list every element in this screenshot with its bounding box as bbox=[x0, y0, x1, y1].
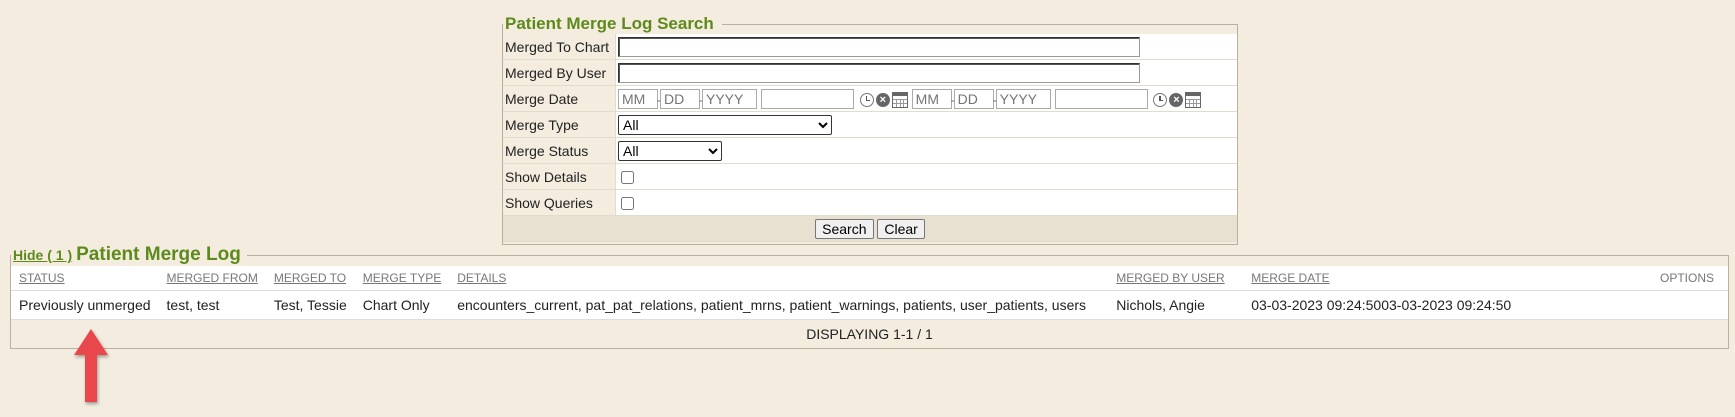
arrow-up-icon bbox=[74, 329, 108, 402]
col-details[interactable]: DETAILS bbox=[449, 266, 1109, 291]
hide-log-link[interactable]: Hide ( 1 ) bbox=[13, 247, 72, 263]
date-to-time-input[interactable] bbox=[1054, 88, 1148, 109]
row-options bbox=[1623, 291, 1728, 320]
row-merged-from: test, test bbox=[166, 297, 220, 313]
show-queries-checkbox[interactable] bbox=[621, 197, 634, 211]
clock-icon[interactable] bbox=[1153, 92, 1168, 107]
row-merged-to: Test, Tessie bbox=[273, 297, 347, 313]
pagination-status: DISPLAYING 1-1 / 1 bbox=[11, 319, 1728, 348]
merged-by-user-input[interactable] bbox=[618, 62, 1140, 83]
merge-type-label: Merge Type bbox=[503, 111, 616, 138]
row-merged-by-user: Nichols, Angie bbox=[1116, 297, 1205, 313]
col-merged-to[interactable]: MERGED TO bbox=[265, 266, 355, 291]
col-merged-by-user[interactable]: MERGED BY USER bbox=[1108, 266, 1244, 291]
log-legend: Hide ( 1 ) Patient Merge Log bbox=[11, 244, 247, 266]
clock-icon[interactable] bbox=[859, 92, 874, 107]
col-merge-date[interactable]: MERGE DATE bbox=[1243, 266, 1624, 291]
merge-date-label: Merge Date bbox=[503, 85, 616, 112]
table-row: Previously unmerged test, test Test, Tes… bbox=[11, 291, 1728, 320]
row-details: encounters_current, pat_pat_relations, p… bbox=[457, 297, 1087, 313]
col-merged-from[interactable]: MERGED FROM bbox=[158, 266, 266, 291]
table-header-row: STATUS MERGED FROM MERGED TO MERGE TYPE … bbox=[11, 266, 1728, 291]
col-merge-type[interactable]: MERGE TYPE bbox=[354, 266, 450, 291]
show-details-checkbox[interactable] bbox=[621, 171, 634, 185]
clear-icon[interactable]: × bbox=[1169, 92, 1184, 107]
merge-log-table: STATUS MERGED FROM MERGED TO MERGE TYPE … bbox=[11, 266, 1728, 348]
merge-date-from: -- × bbox=[618, 88, 912, 109]
merge-status-select[interactable]: All bbox=[618, 140, 722, 161]
date-from-year-input[interactable] bbox=[702, 88, 757, 109]
date-to-day-input[interactable] bbox=[953, 88, 994, 109]
col-status[interactable]: STATUS bbox=[11, 266, 159, 291]
merge-date-to: -- × bbox=[911, 88, 1202, 109]
merge-status-label: Merge Status bbox=[503, 137, 616, 164]
clear-button[interactable]: Clear bbox=[877, 218, 925, 239]
merged-to-chart-label: Merged To Chart bbox=[503, 34, 616, 60]
col-options: OPTIONS bbox=[1623, 266, 1728, 291]
calendar-icon[interactable] bbox=[891, 91, 908, 108]
merge-log-search-panel: Patient Merge Log Search Merged To Chart… bbox=[502, 14, 1238, 245]
row-status: Previously unmerged bbox=[19, 297, 151, 313]
show-queries-label: Show Queries bbox=[503, 189, 616, 216]
date-from-time-input[interactable] bbox=[760, 88, 854, 109]
merged-to-chart-input[interactable] bbox=[618, 36, 1140, 57]
merge-type-select[interactable]: All bbox=[618, 114, 832, 135]
date-to-year-input[interactable] bbox=[995, 88, 1051, 109]
date-to-month-input[interactable] bbox=[911, 88, 952, 109]
clear-icon[interactable]: × bbox=[875, 92, 890, 107]
merged-by-user-label: Merged By User bbox=[503, 59, 616, 86]
date-from-month-input[interactable] bbox=[618, 88, 658, 109]
search-form: Merged To Chart Merged By User Merge Dat… bbox=[503, 34, 1237, 242]
row-merge-date: 03-03-2023 09:24:5003-03-2023 09:24:50 bbox=[1251, 297, 1512, 313]
log-title: Patient Merge Log bbox=[76, 244, 241, 265]
merge-log-panel: Hide ( 1 ) Patient Merge Log STATUS MERGE… bbox=[10, 244, 1729, 349]
date-from-day-input[interactable] bbox=[660, 88, 700, 109]
search-button[interactable]: Search bbox=[815, 218, 874, 239]
row-merge-type: Chart Only bbox=[362, 297, 430, 313]
show-details-label: Show Details bbox=[503, 163, 616, 190]
calendar-icon[interactable] bbox=[1185, 91, 1202, 108]
search-panel-title: Patient Merge Log Search bbox=[505, 14, 714, 33]
